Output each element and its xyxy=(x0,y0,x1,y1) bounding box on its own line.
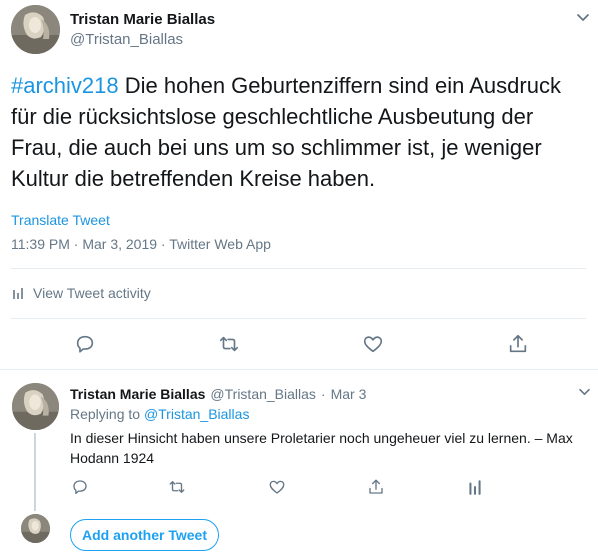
reply-menu-button[interactable] xyxy=(574,381,594,401)
tweet-menu-button[interactable] xyxy=(572,6,594,28)
reply-header: Tristan Marie Biallas @Tristan_Biallas ·… xyxy=(70,386,366,402)
divider xyxy=(11,318,586,319)
reply-icon xyxy=(73,480,87,495)
tweet-timestamp[interactable]: 11:39 PM · Mar 3, 2019 · Twitter Web App xyxy=(11,236,271,252)
reply-like-button[interactable] xyxy=(266,476,288,498)
chevron-down-icon xyxy=(577,14,589,21)
tweet-text: #archiv218 Die hohen Geburtenziffern sin… xyxy=(11,70,586,194)
share-button[interactable] xyxy=(505,331,531,357)
share-icon xyxy=(509,334,527,353)
heart-icon xyxy=(363,336,383,353)
divider xyxy=(11,268,586,269)
retweet-icon xyxy=(169,481,185,493)
composer-avatar xyxy=(21,514,50,543)
view-tweet-activity[interactable]: View Tweet activity xyxy=(11,285,151,301)
view-tweet-activity-label: View Tweet activity xyxy=(33,285,151,301)
like-button[interactable] xyxy=(360,331,386,357)
hashtag-link[interactable]: #archiv218 xyxy=(11,73,119,98)
reply-button[interactable] xyxy=(72,331,98,357)
retweet-icon xyxy=(219,336,239,352)
replying-to: Replying to @Tristan_Biallas xyxy=(70,406,249,422)
share-icon xyxy=(369,479,383,494)
author-handle[interactable]: @Tristan_Biallas xyxy=(70,31,183,48)
reply-text: In dieser Hinsicht haben unsere Proletar… xyxy=(70,430,573,466)
add-another-tweet-button[interactable]: Add another Tweet xyxy=(70,519,219,551)
bar-chart-icon xyxy=(469,480,481,495)
bar-chart-icon xyxy=(13,288,23,299)
replying-to-label: Replying to xyxy=(70,406,144,422)
replying-to-handle[interactable]: @Tristan_Biallas xyxy=(144,406,250,422)
reply-author-handle[interactable]: @Tristan_Biallas xyxy=(210,386,316,402)
heart-icon xyxy=(269,480,285,494)
reply-date[interactable]: Mar 3 xyxy=(331,386,367,402)
reply-retweet-button[interactable] xyxy=(166,476,188,498)
reply-separator: · xyxy=(320,386,326,402)
reply-author-avatar[interactable] xyxy=(12,383,59,430)
divider xyxy=(0,369,598,370)
author-name[interactable]: Tristan Marie Biallas xyxy=(70,11,215,28)
reply-share-button[interactable] xyxy=(365,476,387,498)
avatar-image xyxy=(21,514,50,543)
avatar-image xyxy=(11,5,60,54)
translate-tweet-link[interactable]: Translate Tweet xyxy=(11,212,110,228)
author-avatar[interactable] xyxy=(11,5,60,54)
reply-author-name[interactable]: Tristan Marie Biallas xyxy=(70,386,205,402)
reply-activity-button[interactable] xyxy=(464,476,486,498)
reply-reply-button[interactable] xyxy=(69,476,91,498)
retweet-button[interactable] xyxy=(216,331,242,357)
reply-icon xyxy=(76,335,94,353)
chevron-down-icon xyxy=(578,388,590,395)
avatar-image xyxy=(12,383,59,430)
thread-connector-line xyxy=(34,433,36,511)
